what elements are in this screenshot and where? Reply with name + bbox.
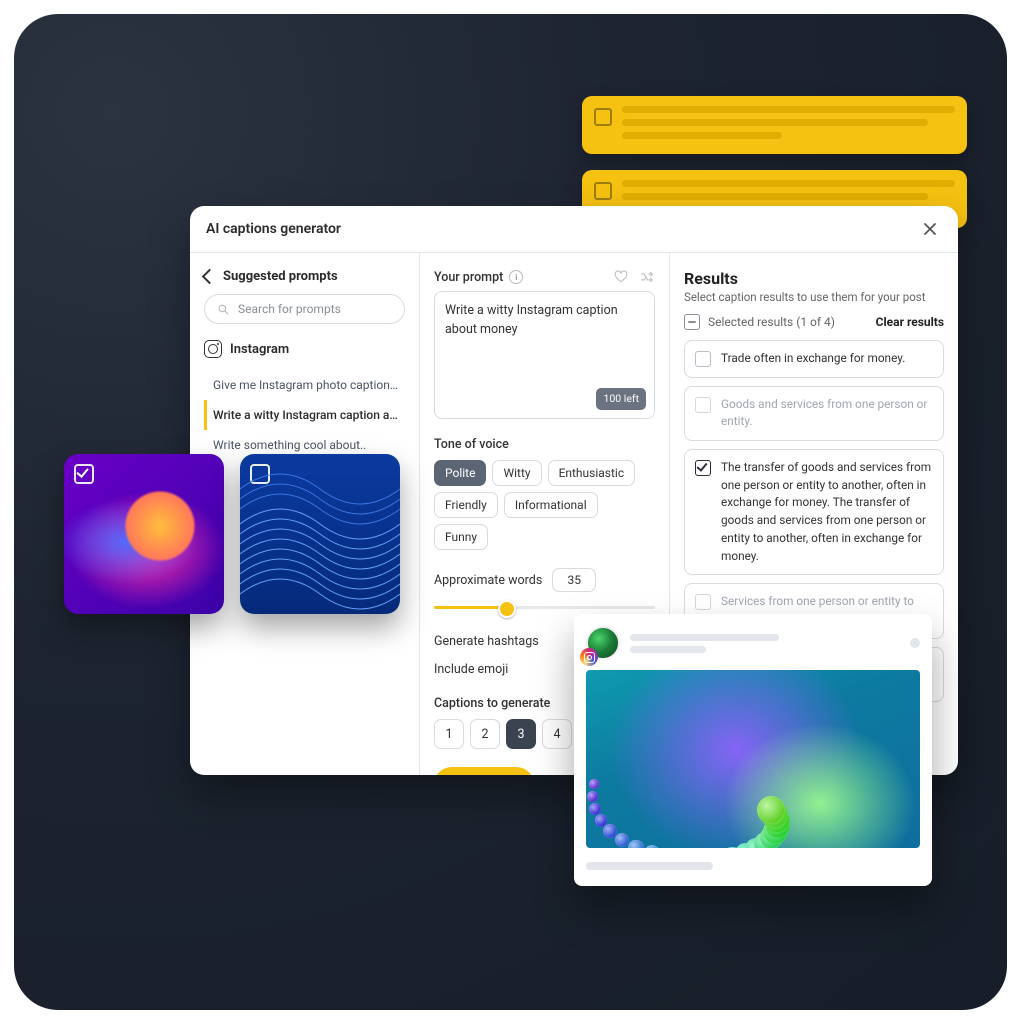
- post-preview-card: [574, 614, 932, 886]
- count-button[interactable]: 4: [542, 719, 572, 749]
- close-icon: [924, 223, 936, 235]
- clear-results-button[interactable]: Clear results: [876, 315, 944, 329]
- tone-label: Tone of voice: [434, 437, 509, 452]
- result-item[interactable]: Goods and services from one person or en…: [684, 386, 944, 441]
- tone-chip[interactable]: Enthusiastic: [548, 460, 636, 486]
- prompt-label: Your prompt: [434, 270, 503, 285]
- info-icon[interactable]: i: [509, 270, 523, 284]
- prompt-textarea[interactable]: Write a witty Instagram caption about mo…: [434, 291, 655, 419]
- count-button[interactable]: 1: [434, 719, 464, 749]
- preview-placeholder-lines: [630, 634, 900, 653]
- prompt-item[interactable]: Give me Instagram photo captions for a..…: [204, 370, 405, 400]
- image-thumbnails: [64, 454, 400, 614]
- platform-label: Instagram: [230, 342, 289, 357]
- tone-chip[interactable]: Friendly: [434, 492, 498, 518]
- result-text: Trade often in exchange for money.: [721, 350, 905, 368]
- shuffle-icon: [640, 270, 654, 284]
- results-subtitle: Select caption results to use them for y…: [684, 290, 944, 304]
- prompt-item[interactable]: Write a witty Instagram caption about...: [204, 400, 405, 430]
- thumbnail-abstract-fish[interactable]: [64, 454, 224, 614]
- avatar-wrap: [586, 626, 620, 660]
- stage: AI captions generator Suggested prompts …: [14, 14, 1007, 1010]
- preview-footer: [586, 862, 920, 870]
- instagram-icon: [204, 340, 222, 358]
- result-item[interactable]: The transfer of goods and services from …: [684, 449, 944, 575]
- prompt-list: Give me Instagram photo captions for a..…: [204, 370, 405, 460]
- modal-header: AI captions generator: [190, 206, 958, 253]
- result-checkbox[interactable]: [695, 397, 711, 413]
- prompt-label-row: Your prompt i: [434, 269, 655, 285]
- search-icon: [217, 303, 230, 316]
- approx-words-value[interactable]: 35: [552, 568, 596, 592]
- preview-menu-icon[interactable]: [910, 638, 920, 648]
- checkbox-icon: [594, 182, 612, 200]
- tone-chips: PoliteWitty Enthusiastic FriendlyInformati…: [434, 460, 655, 550]
- count-label: Captions to generate: [434, 696, 550, 711]
- platform-row[interactable]: Instagram: [204, 340, 405, 358]
- wave-graphic: [240, 454, 400, 614]
- back-label: Suggested prompts: [223, 269, 338, 284]
- notification-banner: [582, 96, 967, 154]
- tone-chip[interactable]: Witty: [492, 460, 541, 486]
- search-placeholder: Search for prompts: [238, 302, 341, 316]
- preview-image: [586, 670, 920, 848]
- tone-chip[interactable]: Polite: [434, 460, 486, 486]
- shuffle-button[interactable]: [639, 269, 655, 285]
- indeterminate-checkbox-icon[interactable]: [684, 314, 700, 330]
- result-item[interactable]: Trade often in exchange for money.: [684, 340, 944, 378]
- selected-count: Selected results (1 of 4): [708, 315, 835, 329]
- count-button[interactable]: 3: [506, 719, 536, 749]
- result-text: The transfer of goods and services from …: [721, 459, 933, 565]
- approx-words-label: Approximate words: [434, 573, 542, 588]
- char-counter: 100 left: [596, 388, 646, 410]
- swirl-graphic: [586, 670, 920, 848]
- hashtags-label: Generate hashtags: [434, 634, 539, 649]
- count-button[interactable]: 2: [470, 719, 500, 749]
- instagram-badge-icon: [580, 648, 598, 666]
- back-button[interactable]: Suggested prompts: [204, 269, 405, 284]
- search-input[interactable]: Search for prompts: [204, 294, 405, 324]
- thumbnail-checkbox[interactable]: [74, 464, 94, 484]
- result-text: Goods and services from one person or en…: [721, 396, 933, 431]
- chevron-left-icon: [202, 269, 218, 285]
- checkbox-icon: [594, 108, 612, 126]
- tone-chip[interactable]: Informational: [504, 492, 598, 518]
- close-button[interactable]: [918, 217, 942, 241]
- results-title: Results: [684, 269, 944, 288]
- modal-title: AI captions generator: [206, 221, 341, 237]
- favorite-button[interactable]: [613, 269, 629, 285]
- preview-header: [586, 626, 920, 660]
- result-checkbox[interactable]: [695, 460, 711, 476]
- selection-summary: Selected results (1 of 4) Clear results: [684, 314, 944, 330]
- prompt-value: Write a witty Instagram caption about mo…: [445, 303, 618, 337]
- result-checkbox[interactable]: [695, 351, 711, 367]
- result-checkbox[interactable]: [695, 594, 711, 610]
- generate-button[interactable]: Generate: [434, 767, 534, 775]
- emoji-label: Include emoji: [434, 662, 508, 677]
- placeholder-lines: [622, 106, 955, 144]
- tone-chip[interactable]: Funny: [434, 524, 488, 550]
- heart-icon: [614, 270, 628, 284]
- thumbnail-blue-waves[interactable]: [240, 454, 400, 614]
